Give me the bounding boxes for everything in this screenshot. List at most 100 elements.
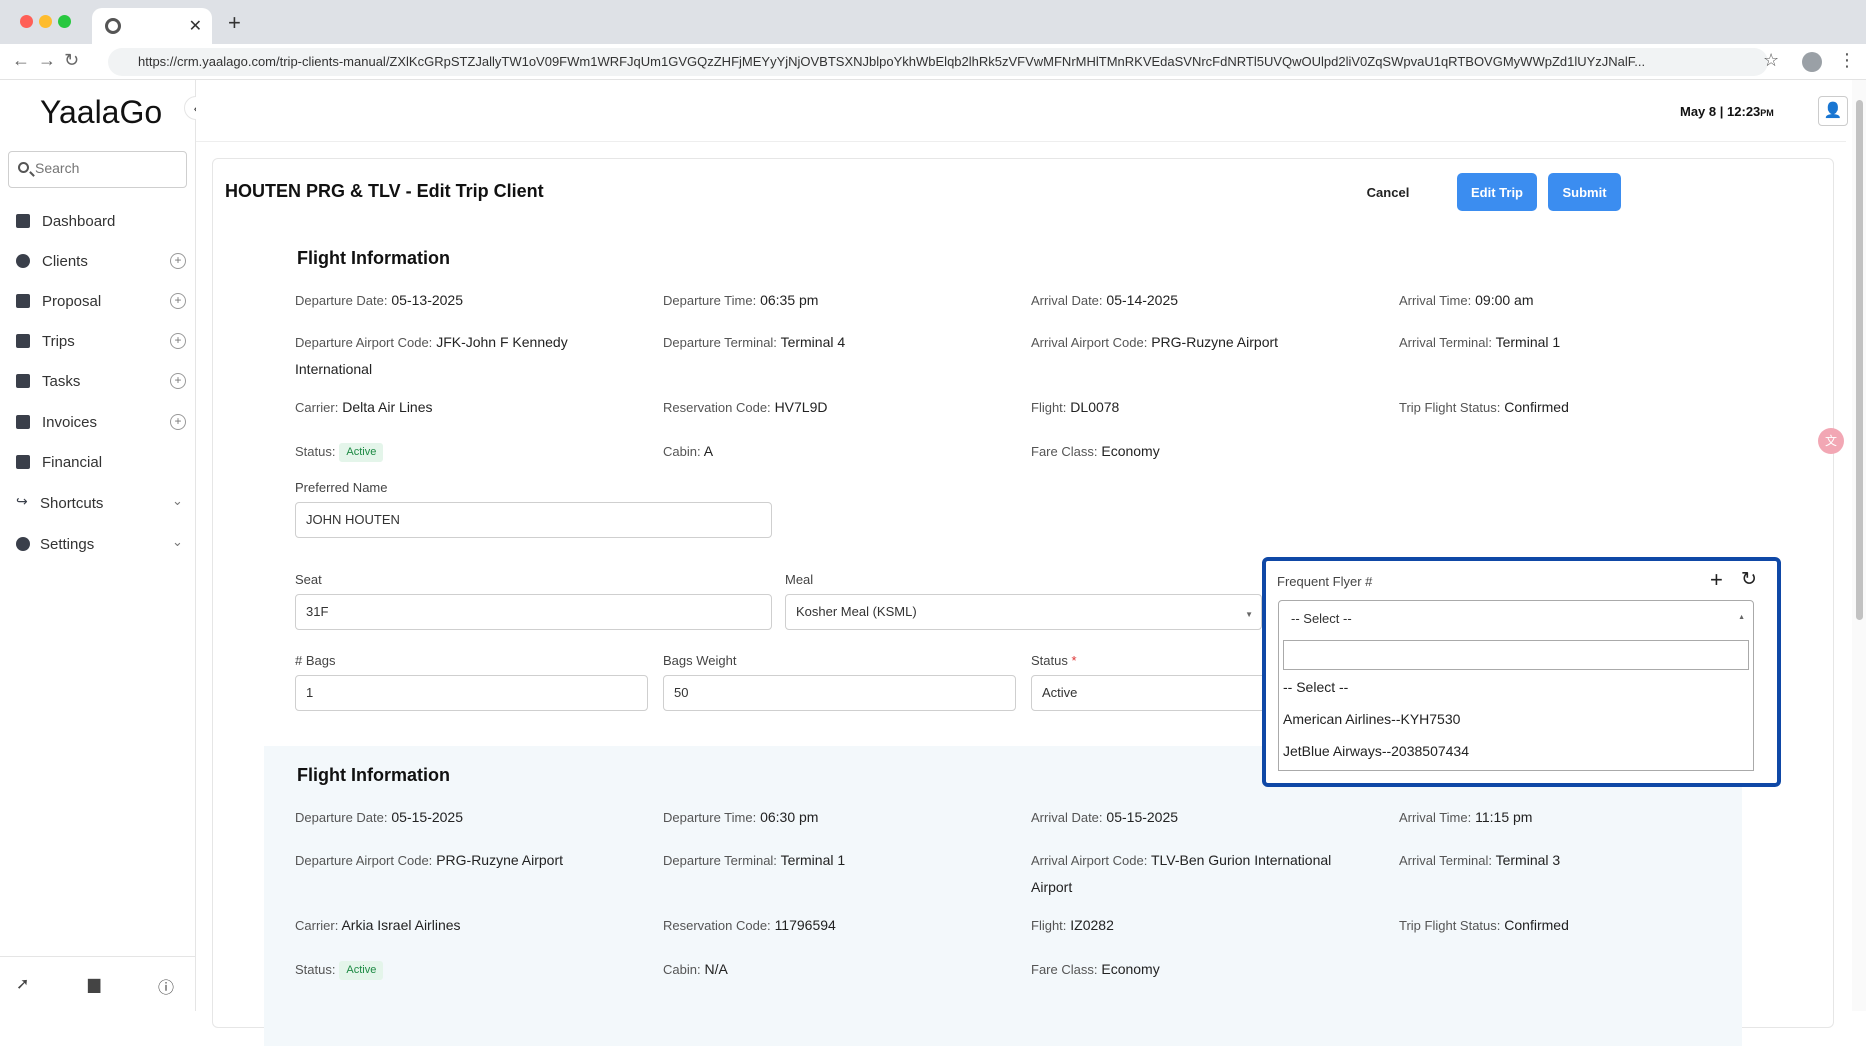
sidebar-item-shortcuts[interactable]: ↪ Shortcuts ⌄ <box>0 486 196 522</box>
arrival-airport-2: Arrival Airport Code: TLV-Ben Gurion Int… <box>1031 852 1332 895</box>
page-scrollbar[interactable] <box>1852 80 1866 1011</box>
add-client-icon[interactable]: + <box>170 253 186 269</box>
status-select[interactable]: Active <box>1031 675 1271 711</box>
translate-icon[interactable]: 文 <box>1818 428 1844 454</box>
sidebar-item-label: Invoices <box>42 414 98 431</box>
app: YaalaGo ‹ Dashboard Clients + Proposal +… <box>0 80 1866 1046</box>
scrollbar-thumb[interactable] <box>1856 100 1863 620</box>
help-icon[interactable]: ⓘ <box>158 974 174 998</box>
sidebar-item-invoices[interactable]: Invoices + <box>0 405 196 441</box>
submit-button[interactable]: Submit <box>1548 173 1621 211</box>
frequent-flyer-select[interactable]: -- Select -- ▲ <box>1278 600 1754 636</box>
current-datetime: May 8 | 12:23PM <box>1680 104 1774 119</box>
sidebar-item-dashboard[interactable]: Dashboard <box>0 204 196 240</box>
logo: YaalaGo <box>40 94 163 130</box>
address-bar[interactable]: https://crm.yaalago.com/trip-clients-man… <box>108 48 1768 76</box>
trips-icon <box>16 334 30 348</box>
sidebar-item-trips[interactable]: Trips + <box>0 324 196 360</box>
sidebar-item-label: Tasks <box>42 373 81 390</box>
edit-trip-button[interactable]: Edit Trip <box>1457 173 1537 211</box>
sidebar-item-label: Clients <box>42 253 88 270</box>
frequent-flyer-option[interactable]: JetBlue Airways--2038507434 <box>1283 743 1469 759</box>
close-window-button[interactable] <box>20 15 33 28</box>
caret-up-icon: ▲ <box>1738 614 1745 621</box>
departure-date-2: Departure Date: 05-15-2025 <box>295 809 464 825</box>
sidebar-item-label: Dashboard <box>42 213 116 230</box>
seat-input[interactable]: 31F <box>295 594 772 630</box>
flight-number-2: Flight: IZ0282 <box>1031 917 1114 933</box>
departure-time: Departure Time: 06:35 pm <box>663 292 819 308</box>
preferred-name-label: Preferred Name <box>295 480 388 495</box>
add-invoice-icon[interactable]: + <box>170 414 186 430</box>
rocket-icon[interactable]: ➚ <box>16 974 29 994</box>
maximize-window-button[interactable] <box>58 15 71 28</box>
user-profile-button[interactable]: 👤 <box>1818 96 1848 126</box>
frequent-flyer-dropdown: -- Select -- American Airlines--KYH7530 … <box>1278 635 1754 771</box>
new-tab-button[interactable]: + <box>228 10 241 36</box>
search-box[interactable] <box>8 151 187 188</box>
status-label: Status * <box>1031 653 1077 668</box>
bags-weight-label: Bags Weight <box>663 653 737 668</box>
minimize-window-button[interactable] <box>39 15 52 28</box>
tab-close-icon[interactable]: ✕ <box>189 16 202 36</box>
invoice-icon <box>16 415 30 429</box>
sidebar-item-proposal[interactable]: Proposal + <box>0 284 196 320</box>
tasks-icon <box>16 374 30 388</box>
departure-airport: Departure Airport Code: JFK-John F Kenne… <box>295 334 568 377</box>
chevron-down-icon[interactable]: ⌄ <box>172 493 183 509</box>
browser-tab[interactable]: ✕ <box>92 8 212 44</box>
refresh-icon[interactable]: ↻ <box>1741 568 1757 591</box>
sidebar-item-label: Financial <box>42 454 103 471</box>
top-header: May 8 | 12:23PM 👤 <box>196 80 1848 142</box>
frequent-flyer-option[interactable]: American Airlines--KYH7530 <box>1283 711 1460 727</box>
date-text: May 8 <box>1680 104 1717 119</box>
bags-input[interactable]: 1 <box>295 675 648 711</box>
add-task-icon[interactable]: + <box>170 373 186 389</box>
preferred-name-input[interactable]: JOHN HOUTEN <box>295 502 772 538</box>
meal-select[interactable]: Kosher Meal (KSML) ▼ <box>785 594 1262 630</box>
arrival-terminal-2: Arrival Terminal: Terminal 3 <box>1399 852 1561 868</box>
add-trip-icon[interactable]: + <box>170 333 186 349</box>
browser-tabbar: ✕ + <box>0 0 1866 44</box>
cancel-button[interactable]: Cancel <box>1353 174 1423 210</box>
meal-selected-value: Kosher Meal (KSML) <box>796 604 917 619</box>
browser-toolbar: ← → ↻ https://crm.yaalago.com/trip-clien… <box>0 44 1866 80</box>
share-arrow-icon: ↪ <box>16 493 28 509</box>
add-frequent-flyer-icon[interactable]: + <box>1710 567 1723 593</box>
arrival-time-2: Arrival Time: 11:15 pm <box>1399 809 1533 825</box>
favicon-icon <box>105 18 121 34</box>
trip-flight-status: Trip Flight Status: Confirmed <box>1399 399 1569 415</box>
browser-menu-icon[interactable]: ⋮ <box>1838 50 1856 71</box>
ampm-text: PM <box>1760 108 1774 118</box>
frequent-flyer-option[interactable]: -- Select -- <box>1283 679 1348 695</box>
chevron-down-icon[interactable]: ⌄ <box>172 534 183 550</box>
arrival-terminal: Arrival Terminal: Terminal 1 <box>1399 334 1561 350</box>
back-icon[interactable]: ← <box>12 50 30 71</box>
add-proposal-icon[interactable]: + <box>170 293 186 309</box>
frequent-flyer-panel: Frequent Flyer # + ↻ -- Select -- ▲ -- S… <box>1262 557 1781 787</box>
fare-class: Fare Class: Economy <box>1031 443 1160 459</box>
url-text: https://crm.yaalago.com/trip-clients-man… <box>138 54 1646 69</box>
search-input[interactable] <box>35 160 175 176</box>
user-icon: 👤 <box>1823 102 1843 119</box>
sidebar-item-clients[interactable]: Clients + <box>0 244 196 280</box>
arrival-time: Arrival Time: 09:00 am <box>1399 292 1534 308</box>
sidebar-item-financial[interactable]: Financial <box>0 445 196 481</box>
browser-profile-icon[interactable] <box>1802 52 1822 72</box>
caret-down-icon: ▼ <box>1245 610 1253 619</box>
fare-class-2: Fare Class: Economy <box>1031 961 1160 977</box>
sidebar-item-settings[interactable]: Settings ⌄ <box>0 527 196 563</box>
frequent-flyer-search-input[interactable] <box>1283 640 1749 670</box>
bookmark-star-icon[interactable]: ☆ <box>1763 50 1779 71</box>
meal-label: Meal <box>785 572 814 587</box>
sidebar-item-label: Proposal <box>42 293 102 310</box>
status-field-2: Status: Active <box>295 956 384 983</box>
forward-icon[interactable]: → <box>38 50 56 71</box>
reload-icon[interactable]: ↻ <box>64 50 79 71</box>
sidebar-item-tasks[interactable]: Tasks + <box>0 364 196 400</box>
frequent-flyer-label: Frequent Flyer # <box>1277 574 1373 589</box>
bags-weight-input[interactable]: 50 <box>663 675 1016 711</box>
departure-airport-2: Departure Airport Code: PRG-Ruzyne Airpo… <box>295 852 564 868</box>
carrier: Carrier: Delta Air Lines <box>295 399 433 415</box>
file-icon[interactable]: ▆ <box>88 974 100 994</box>
